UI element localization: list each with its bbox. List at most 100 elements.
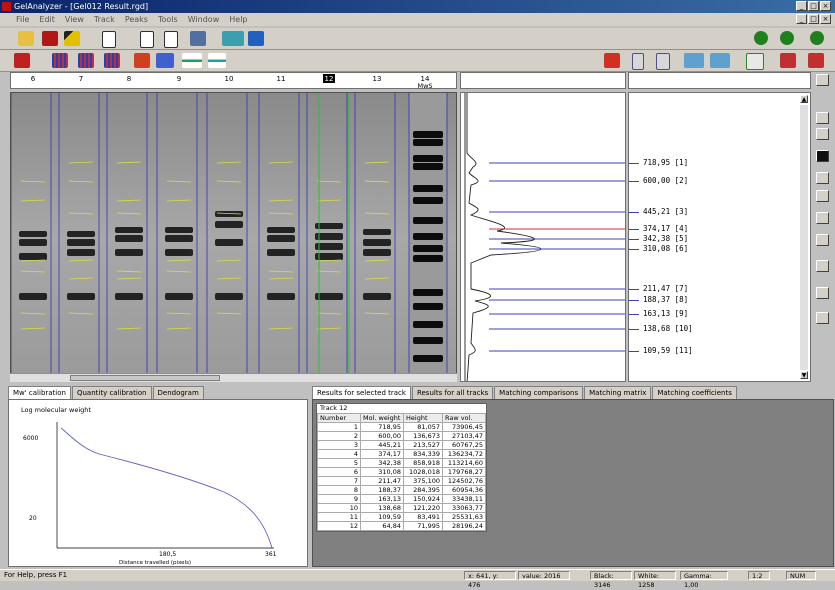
- tab-results-selected-track[interactable]: Results for selected track: [312, 386, 411, 399]
- minimize-button[interactable]: _: [796, 1, 807, 11]
- gel-band[interactable]: [67, 293, 95, 300]
- gel-band[interactable]: [267, 293, 295, 300]
- graph-icon[interactable]: [746, 53, 764, 70]
- gel-band[interactable]: [115, 235, 143, 242]
- band-label[interactable]: 109,59 [11]: [643, 346, 693, 355]
- col-number[interactable]: Number: [317, 413, 361, 423]
- zoom-out-icon[interactable]: [780, 31, 794, 45]
- menu-window[interactable]: Window: [188, 13, 220, 26]
- table-row[interactable]: 8 188,37 284,395 60954,36: [317, 485, 486, 495]
- save-icon[interactable]: [42, 31, 58, 46]
- menu-track[interactable]: Track: [94, 13, 115, 26]
- lane-label-12[interactable]: 12: [325, 75, 334, 83]
- side-tool-5[interactable]: [816, 172, 829, 184]
- lanes-delete-icon[interactable]: [104, 53, 120, 68]
- band-label[interactable]: 445,21 [3]: [643, 207, 688, 216]
- compare-icon[interactable]: [780, 53, 796, 68]
- tab-mw-calibration[interactable]: Mw' calibration: [8, 386, 71, 399]
- table-row[interactable]: 11 109,59 83,491 25531,63: [317, 512, 486, 522]
- marker-band[interactable]: [413, 233, 443, 240]
- preview-icon[interactable]: [164, 31, 178, 48]
- new-document-icon[interactable]: [140, 31, 154, 48]
- marker-band[interactable]: [413, 289, 443, 296]
- lane-label-11[interactable]: 11: [277, 75, 286, 83]
- gel-band[interactable]: [267, 227, 295, 233]
- menu-file[interactable]: File: [16, 13, 29, 26]
- band-label[interactable]: 163,13 [9]: [643, 309, 688, 318]
- balance-all-icon[interactable]: [710, 53, 730, 68]
- gel-image[interactable]: [11, 93, 457, 382]
- gel-band[interactable]: [115, 249, 143, 256]
- close-button[interactable]: ×: [820, 1, 831, 11]
- gel-band[interactable]: [67, 249, 95, 256]
- marker-align-icon[interactable]: [656, 53, 670, 70]
- calibrate-icon[interactable]: [604, 53, 620, 68]
- gel-hscrollbar[interactable]: [10, 373, 457, 382]
- mdi-close-button[interactable]: ×: [820, 14, 831, 24]
- gel-band[interactable]: [19, 293, 47, 300]
- side-tool-11[interactable]: [816, 312, 829, 324]
- align-tracks-icon[interactable]: [222, 31, 244, 46]
- zoom-fit-icon[interactable]: [810, 31, 824, 45]
- mdi-restore-button[interactable]: □: [808, 14, 819, 24]
- baseline-icon[interactable]: [182, 53, 202, 68]
- track-detect-icon[interactable]: [14, 53, 30, 68]
- side-tool-7[interactable]: [816, 212, 829, 224]
- band-label[interactable]: 600,00 [2]: [643, 176, 688, 185]
- band-label[interactable]: 138,68 [10]: [643, 324, 693, 333]
- marker-band[interactable]: [413, 197, 443, 204]
- col-raw-vol[interactable]: Raw vol.: [442, 413, 486, 423]
- band-label[interactable]: 718,95 [1]: [643, 158, 688, 167]
- gel-hscroll-thumb[interactable]: [70, 375, 220, 381]
- gel-band[interactable]: [363, 293, 391, 300]
- menu-tools[interactable]: Tools: [158, 13, 178, 26]
- col-height[interactable]: Height: [403, 413, 443, 423]
- lane-label-7[interactable]: 7: [79, 75, 83, 83]
- gel-band[interactable]: [215, 239, 243, 246]
- lanes-add-icon[interactable]: [52, 53, 68, 68]
- band-list-scroll-up[interactable]: ▲: [800, 95, 808, 103]
- tab-matching-matrix[interactable]: Matching matrix: [584, 386, 652, 399]
- open-folder-icon[interactable]: [18, 31, 34, 46]
- band-move-icon[interactable]: [134, 53, 150, 68]
- tab-dendogram[interactable]: Dendogram: [152, 386, 204, 399]
- peak-icon[interactable]: [208, 53, 226, 68]
- lanes-edit-icon[interactable]: [78, 53, 94, 68]
- marker-band[interactable]: [413, 185, 443, 192]
- tab-quantity-calibration[interactable]: Quantity calibration: [71, 386, 152, 399]
- marker-band[interactable]: [413, 303, 443, 310]
- side-tool-4[interactable]: [816, 150, 829, 162]
- side-tool-6[interactable]: [816, 190, 829, 202]
- copy-icon[interactable]: [102, 31, 116, 48]
- marker-band[interactable]: [413, 245, 443, 252]
- menu-help[interactable]: Help: [229, 13, 247, 26]
- band-label[interactable]: 342,38 [5]: [643, 234, 688, 243]
- gel-band[interactable]: [215, 221, 243, 228]
- gel-band[interactable]: [267, 235, 295, 242]
- mdi-minimize-button[interactable]: _: [796, 14, 807, 24]
- gel-band[interactable]: [165, 249, 193, 256]
- gel-band[interactable]: [363, 249, 391, 256]
- menu-peaks[interactable]: Peaks: [125, 13, 148, 26]
- band-label[interactable]: 188,37 [8]: [643, 295, 688, 304]
- gel-band[interactable]: [67, 239, 95, 246]
- gel-band[interactable]: [19, 239, 47, 246]
- app-icon[interactable]: [2, 2, 11, 11]
- table-row[interactable]: 6 310,08 1028,018 179768,27: [317, 467, 486, 477]
- gel-band[interactable]: [363, 239, 391, 246]
- marker-band[interactable]: [413, 163, 443, 170]
- gel-band[interactable]: [115, 293, 143, 300]
- marker-band[interactable]: [413, 355, 443, 362]
- gel-band[interactable]: [19, 253, 47, 260]
- table-row[interactable]: 9 163,13 150,924 33438,11: [317, 494, 486, 504]
- gel-band[interactable]: [165, 227, 193, 233]
- table-row[interactable]: 7 211,47 375,100 124502,76: [317, 476, 486, 486]
- menu-edit[interactable]: Edit: [39, 13, 55, 26]
- marker-band[interactable]: [413, 139, 443, 146]
- table-row[interactable]: 2 600,00 136,673 27103,47: [317, 431, 486, 441]
- lane-label-9[interactable]: 9: [177, 75, 181, 83]
- gel-band[interactable]: [165, 235, 193, 242]
- marker-band[interactable]: [413, 321, 443, 328]
- gel-band[interactable]: [363, 229, 391, 235]
- print-icon[interactable]: [190, 31, 206, 46]
